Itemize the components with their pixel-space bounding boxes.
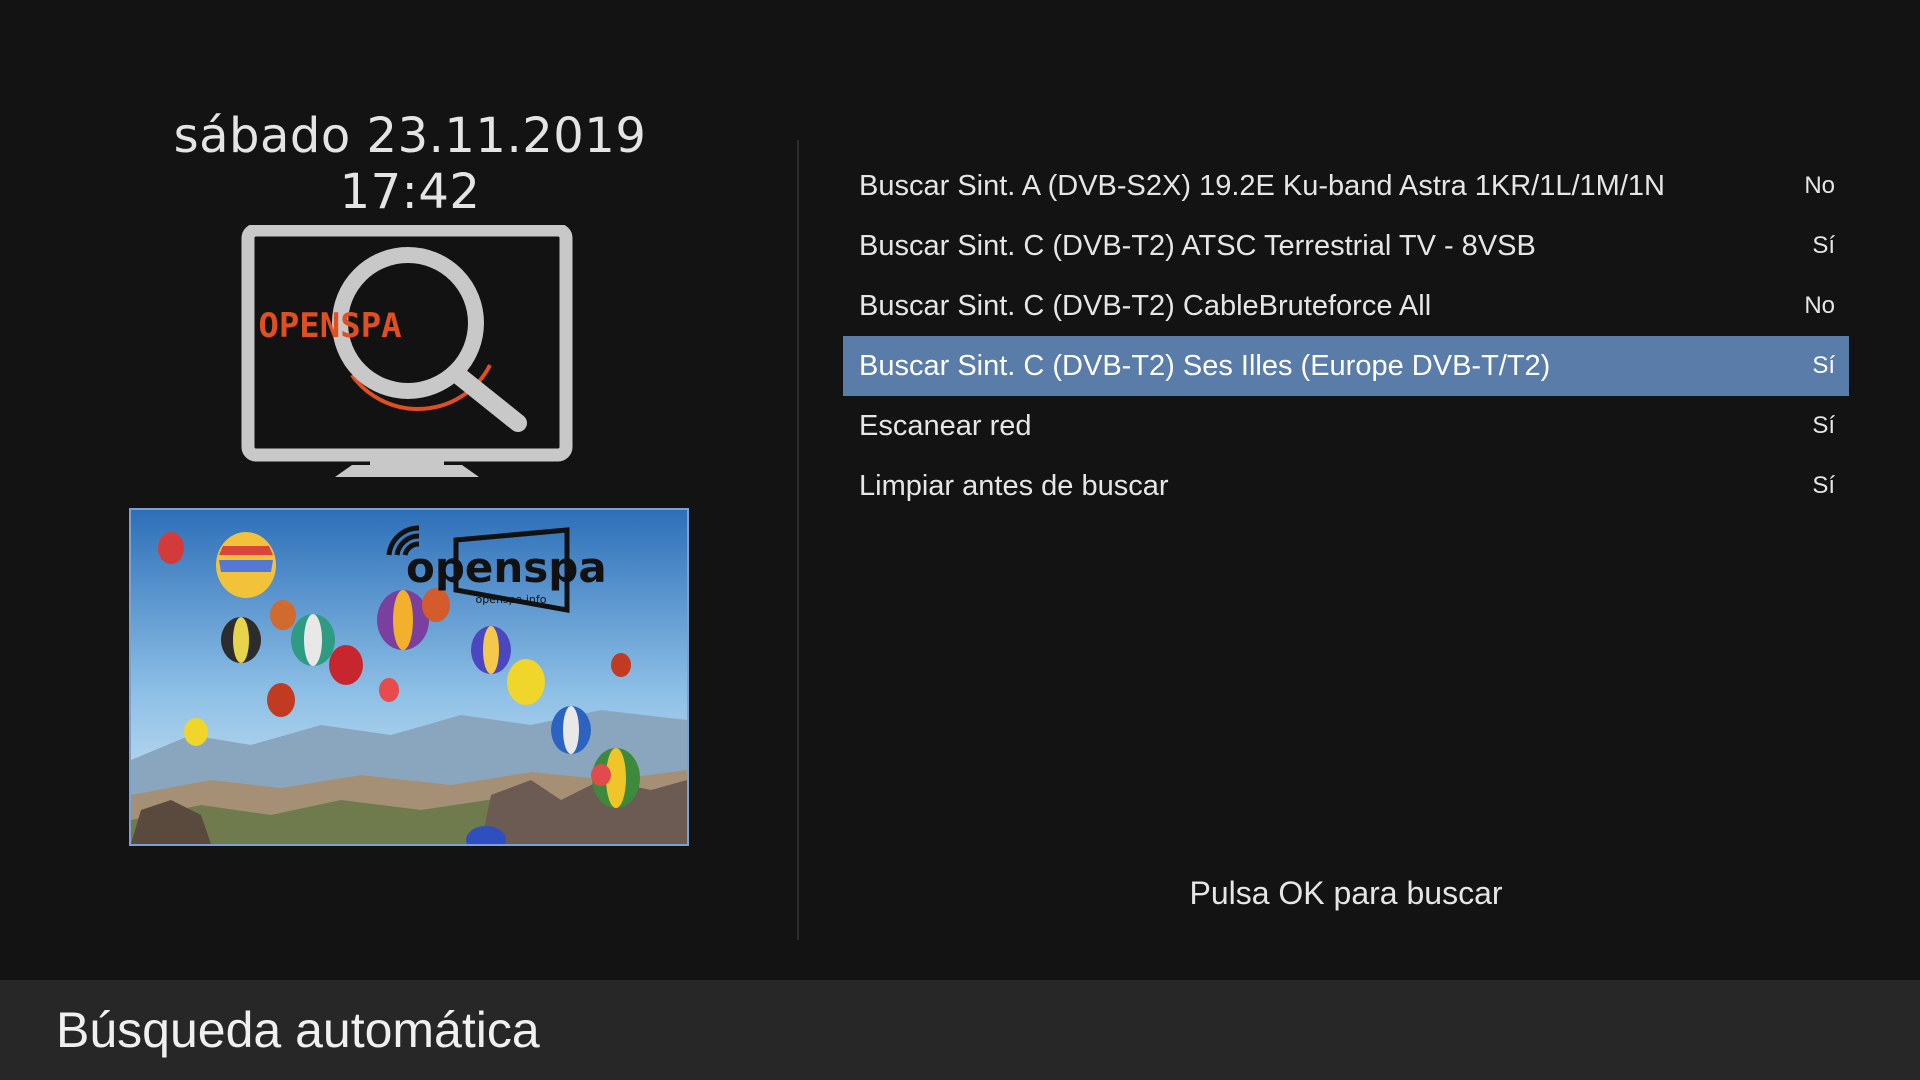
menu-item-label: Buscar Sint. C (DVB-T2) ATSC Terrestrial…: [859, 230, 1536, 262]
openspa-logo: OPENSPA: [240, 223, 580, 480]
menu-item-label: Limpiar antes de buscar: [859, 470, 1169, 502]
menu-item-tuner-c-ses-illes[interactable]: Buscar Sint. C (DVB-T2) Ses Illes (Europ…: [843, 336, 1849, 396]
menu-item-label: Buscar Sint. C (DVB-T2) Ses Illes (Europ…: [859, 350, 1551, 382]
menu-item-value: Sí: [1812, 232, 1835, 259]
preview-image: openspa openspa.info: [129, 508, 689, 846]
vertical-divider: [797, 140, 799, 940]
footer-bar: Búsqueda automática: [0, 980, 1920, 1080]
screen-title: Búsqueda automática: [56, 1002, 540, 1058]
tv-search-icon: OPENSPA: [241, 223, 573, 477]
menu-item-clear-before-scan[interactable]: Limpiar antes de buscar Sí: [843, 456, 1849, 516]
scan-options-menu: Buscar Sint. A (DVB-S2X) 19.2E Ku-band A…: [843, 156, 1849, 516]
menu-item-value: Sí: [1812, 352, 1835, 379]
menu-item-value: Sí: [1812, 412, 1835, 439]
datetime-display: sábado 23.11.2019 17:42: [173, 108, 647, 220]
ok-hint-text: Pulsa OK para buscar: [1189, 875, 1503, 911]
logo-text: OPENSPA: [258, 306, 401, 346]
openspa-site-text: openspa.info: [475, 593, 546, 606]
openspa-brand-text: openspa: [406, 543, 607, 592]
menu-item-value: Sí: [1812, 472, 1835, 499]
menu-item-label: Escanear red: [859, 410, 1032, 442]
menu-item-network-scan[interactable]: Escanear red Sí: [843, 396, 1849, 456]
menu-item-tuner-a[interactable]: Buscar Sint. A (DVB-S2X) 19.2E Ku-band A…: [843, 156, 1849, 216]
menu-item-label: Buscar Sint. A (DVB-S2X) 19.2E Ku-band A…: [859, 170, 1665, 202]
menu-item-tuner-c-atsc[interactable]: Buscar Sint. C (DVB-T2) ATSC Terrestrial…: [843, 216, 1849, 276]
menu-item-value: No: [1804, 172, 1835, 199]
menu-item-tuner-c-cable[interactable]: Buscar Sint. C (DVB-T2) CableBruteforce …: [843, 276, 1849, 336]
menu-item-value: No: [1804, 292, 1835, 319]
menu-item-label: Buscar Sint. C (DVB-T2) CableBruteforce …: [859, 290, 1432, 322]
